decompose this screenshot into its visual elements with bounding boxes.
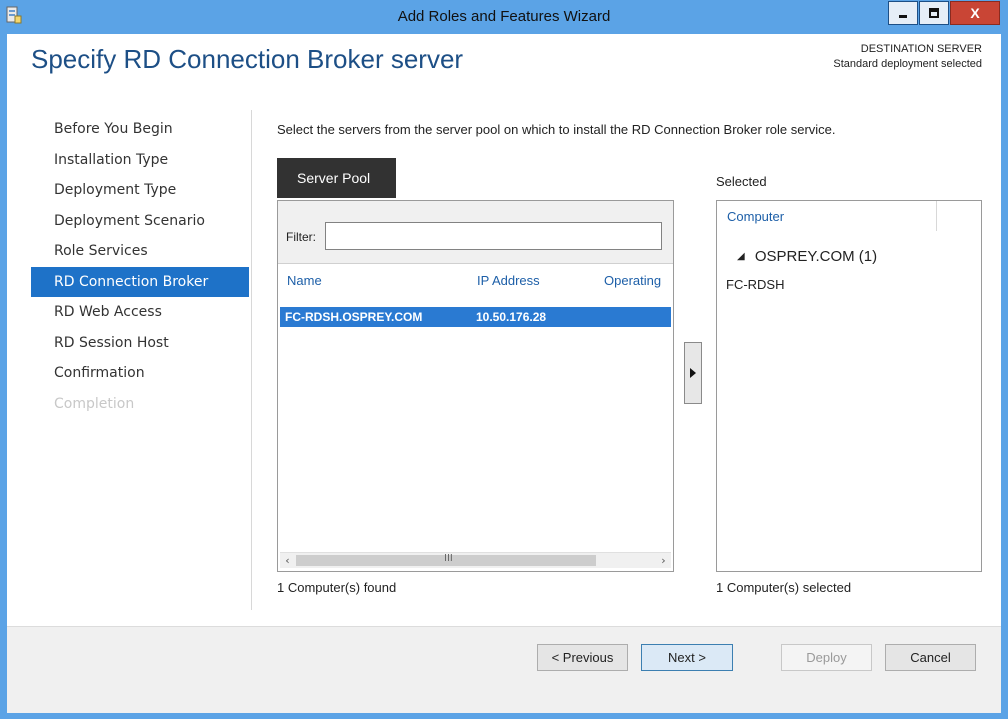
next-button[interactable]: Next > [641,644,733,671]
arrow-right-icon [690,368,696,378]
nav-item-deployment-type[interactable]: Deployment Type [31,175,249,206]
deploy-button: Deploy [781,644,872,671]
scroll-left-icon[interactable]: ‹ [280,553,295,568]
filter-area: Filter: [278,201,673,264]
selected-panel: Computer ◢ OSPREY.COM (1) FC-RDSH [716,200,982,572]
nav-item-rd-web-access[interactable]: RD Web Access [31,297,249,328]
column-header-ip-address[interactable]: IP Address [477,263,540,299]
server-pool-panel: Filter: Name IP Address Operating FC-RDS… [277,200,674,572]
destination-label: DESTINATION SERVER [860,43,982,55]
minimize-icon [899,15,907,18]
instruction-text: Select the servers from the server pool … [277,122,836,137]
scroll-right-icon[interactable]: › [656,553,671,568]
nav-item-installation-type[interactable]: Installation Type [31,145,249,176]
nav-divider [251,110,252,610]
destination-value: Standard deployment selected [833,58,982,70]
nav-item-rd-connection-broker[interactable]: RD Connection Broker [31,266,249,297]
scrollbar-thumb[interactable]: III [296,553,596,566]
server-name-cell: FC-RDSH.OSPREY.COM [285,310,423,324]
computers-selected-count: 1 Computer(s) selected [716,580,852,595]
maximize-icon [929,8,939,18]
horizontal-scrollbar[interactable]: ‹ III › [280,552,671,568]
group-osprey[interactable]: ◢ OSPREY.COM (1) [737,248,877,265]
window-title: Add Roles and Features Wizard [397,8,611,25]
wizard-window: Add Roles and Features Wizard X Specify … [0,0,1008,719]
list-item[interactable]: FC-RDSH [726,277,785,292]
filter-input[interactable] [325,222,662,250]
computers-found-count: 1 Computer(s) found [277,580,397,595]
close-button[interactable]: X [950,1,1000,25]
cancel-button[interactable]: Cancel [885,644,976,671]
nav-item-rd-session-host[interactable]: RD Session Host [31,328,249,359]
add-to-selected-button[interactable] [684,342,702,404]
page-title: Specify RD Connection Broker server [31,44,464,74]
column-header-name[interactable]: Name [287,263,322,299]
selected-label: Selected [716,174,767,189]
column-header-computer[interactable]: Computer [727,209,784,224]
table-row[interactable]: FC-RDSH.OSPREY.COM 10.50.176.28 [280,307,671,327]
minimize-button[interactable] [888,1,918,25]
scrollbar-grip-icon: III [444,553,453,564]
column-header-operating-system[interactable]: Operating [604,263,672,299]
tab-server-pool[interactable]: Server Pool [277,158,396,198]
nav-item-role-services[interactable]: Role Services [31,236,249,267]
tab-server-pool-label: Server Pool [297,170,371,186]
server-ip-cell: 10.50.176.28 [476,310,547,324]
nav-item-confirmation[interactable]: Confirmation [31,358,249,389]
nav-item-completion: Completion [54,395,135,412]
previous-button[interactable]: < Previous [537,644,628,671]
expand-triangle-icon[interactable]: ◢ [737,251,745,262]
group-label: OSPREY.COM (1) [754,248,878,265]
maximize-button[interactable] [919,1,949,25]
destination-server: DESTINATION SERVER Standard deployment s… [833,42,982,72]
wizard-nav: Before You Begin Installation Type Deplo… [31,114,249,419]
nav-item-deployment-scenario[interactable]: Deployment Scenario [31,206,249,237]
close-icon: X [970,5,980,21]
title-bar: Add Roles and Features Wizard X [0,0,1008,34]
filter-label: Filter: [286,230,316,244]
nav-item-before-you-begin[interactable]: Before You Begin [31,114,249,145]
column-divider [936,201,937,231]
